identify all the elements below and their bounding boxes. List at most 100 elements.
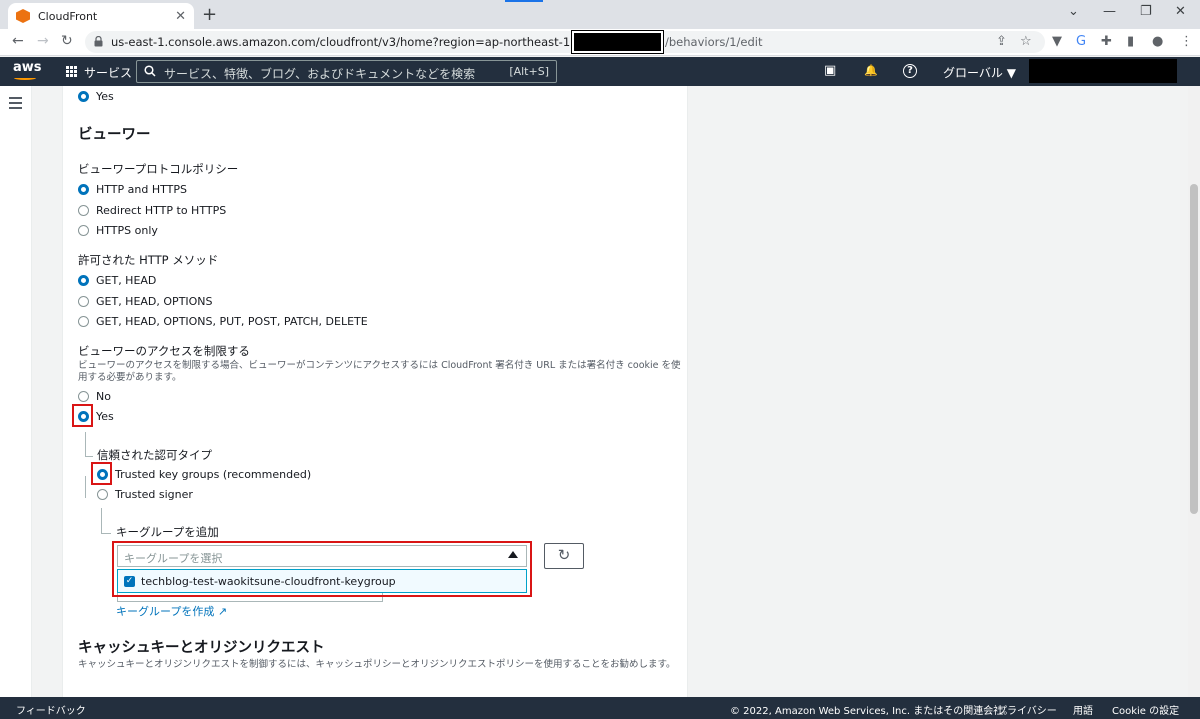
aws-logo[interactable]: aws [13, 60, 42, 75]
radio-label: GET, HEAD, OPTIONS [96, 295, 213, 308]
radio-get-head[interactable]: GET, HEAD [78, 274, 156, 287]
viewer-section-heading: ビューワー [78, 127, 151, 143]
aws-smile-icon [14, 76, 36, 80]
radio-redirect-http-to-https[interactable]: Redirect HTTP to HTTPS [78, 204, 226, 217]
restrict-access-desc-line2: 用する必要があります。 [78, 372, 182, 383]
radio-restrict-no[interactable]: No [78, 390, 111, 403]
feedback-link[interactable]: フィードバック [16, 702, 86, 717]
protocol-policy-label: ビューワープロトコルポリシー [78, 162, 239, 176]
new-tab-button[interactable]: + [202, 4, 217, 25]
url-field[interactable]: us-east-1.console.aws.amazon.com/cloudfr… [85, 30, 1045, 54]
radio-indicator [78, 391, 89, 402]
radio-all-methods[interactable]: GET, HEAD, OPTIONS, PUT, POST, PATCH, DE… [78, 315, 368, 328]
radio-indicator [78, 184, 89, 195]
radio-label: Yes [96, 410, 114, 423]
radio-http-and-https[interactable]: HTTP and HTTPS [78, 183, 187, 196]
cookie-settings-link[interactable]: Cookie の設定 [1112, 702, 1179, 717]
radio-label: HTTPS only [96, 224, 158, 237]
region-selector[interactable]: グローバル ▼ [943, 64, 1016, 81]
create-keygroup-link[interactable]: キーグループを作成 ↗ [116, 603, 227, 619]
extensions-puzzle-icon[interactable]: ✚ [1101, 34, 1112, 49]
radio-label: Trusted signer [115, 488, 193, 501]
radio-label: No [96, 390, 111, 403]
radio-label: GET, HEAD [96, 274, 157, 287]
tree-line [85, 432, 86, 456]
console-footer: フィードバック © 2022, Amazon Web Services, Inc… [0, 697, 1200, 719]
radio-trusted-signer[interactable]: Trusted signer [97, 488, 193, 501]
cloudshell-icon[interactable]: ▣ [824, 63, 836, 78]
search-shortcut: [Alt+S] [509, 65, 549, 78]
cache-key-heading: キャッシュキーとオリジンリクエスト [78, 640, 325, 656]
url-suffix: /behaviors/1/edit [665, 35, 763, 49]
address-bar-row: ← → ↻ us-east-1.console.aws.amazon.com/c… [0, 29, 1200, 56]
radio-indicator [78, 275, 89, 286]
reload-button[interactable]: ↻ [61, 33, 73, 49]
radio-label: HTTP and HTTPS [96, 183, 187, 196]
browser-tab-strip: CloudFront ✕ + ⌄ — ❐ ✕ [0, 0, 1200, 29]
redacted-distribution-id [571, 30, 664, 54]
cloudfront-favicon-icon [16, 9, 30, 23]
radio-prev-yes[interactable]: Yes [78, 90, 114, 103]
trusted-auth-type-label: 信頼された認可タイプ [97, 448, 212, 462]
back-button[interactable]: ← [12, 33, 24, 49]
share-icon[interactable]: ⇪ [996, 34, 1007, 49]
side-panel-icon[interactable]: ▮ [1127, 34, 1134, 49]
restrict-access-desc-line1: ビューワーのアクセスを制限する場合、ビューワーがコンテンツにアクセスするには C… [78, 360, 681, 371]
page-scrollbar[interactable] [1188, 86, 1200, 697]
bookmark-star-icon[interactable]: ☆ [1020, 34, 1032, 49]
lock-icon [94, 36, 103, 47]
radio-indicator [78, 296, 89, 307]
profile-avatar-icon[interactable]: ● [1152, 34, 1163, 49]
services-menu[interactable]: サービス [84, 64, 132, 81]
refresh-keygroups-button[interactable]: ↻ [544, 543, 584, 569]
http-methods-label: 許可された HTTP メソッド [78, 253, 219, 267]
radio-trusted-key-groups[interactable]: Trusted key groups (recommended) [97, 468, 311, 481]
extension-v-icon[interactable]: ▼ [1052, 34, 1062, 49]
radio-label: Trusted key groups (recommended) [115, 468, 312, 481]
radio-selected-indicator [78, 91, 89, 102]
highlight-trusted-key-groups [91, 462, 112, 485]
search-placeholder: サービス、特徴、ブログ、およびドキュメントなどを検索 [164, 67, 476, 81]
aws-search-input[interactable]: サービス、特徴、ブログ、およびドキュメントなどを検索 [Alt+S] [136, 60, 557, 83]
privacy-link[interactable]: プライバシー [997, 702, 1057, 717]
copyright-text: © 2022, Amazon Web Services, Inc. またはその関… [730, 706, 1014, 717]
radio-indicator [97, 489, 108, 500]
highlight-keygroup-dropdown [112, 541, 532, 597]
aws-top-navigation: aws サービス サービス、特徴、ブログ、およびドキュメントなどを検索 [Alt… [0, 57, 1200, 86]
radio-label: Yes [96, 90, 114, 103]
cache-key-desc: キャッシュキーとオリジンリクエストを制御するには、キャッシュポリシーとオリジンリ… [78, 659, 676, 670]
browser-tab[interactable]: CloudFront ✕ [8, 3, 194, 29]
add-keygroup-label: キーグループを追加 [116, 525, 219, 539]
tree-line [101, 533, 111, 534]
help-icon[interactable]: ? [903, 64, 917, 78]
restore-button[interactable]: ❐ [1140, 4, 1152, 19]
notifications-bell-icon[interactable]: 🔔 [864, 64, 878, 77]
tab-search-chevron-icon[interactable]: ⌄ [1068, 4, 1079, 19]
refresh-icon: ↻ [557, 546, 571, 564]
search-icon [144, 65, 156, 77]
tab-accent-bar [505, 0, 543, 2]
radio-label: GET, HEAD, OPTIONS, PUT, POST, PATCH, DE… [96, 315, 368, 328]
minimize-button[interactable]: — [1103, 4, 1116, 19]
side-navigation-collapsed [0, 86, 32, 697]
hamburger-menu-icon[interactable] [9, 97, 22, 109]
forward-button[interactable]: → [37, 33, 49, 49]
browser-menu-icon[interactable]: ⋮ [1180, 34, 1193, 49]
radio-get-head-options[interactable]: GET, HEAD, OPTIONS [78, 295, 213, 308]
window-close-button[interactable]: ✕ [1175, 4, 1186, 19]
scrollbar-thumb[interactable] [1190, 184, 1198, 514]
radio-indicator [78, 205, 89, 216]
radio-label: Redirect HTTP to HTTPS [96, 204, 227, 217]
tree-line [101, 508, 102, 533]
radio-indicator [78, 225, 89, 236]
terms-link[interactable]: 用語 [1073, 702, 1093, 717]
tree-line [85, 456, 93, 457]
services-grid-icon[interactable] [66, 66, 77, 77]
radio-https-only[interactable]: HTTPS only [78, 224, 158, 237]
translate-extension-icon[interactable]: G [1076, 34, 1086, 49]
tab-title: CloudFront [38, 9, 98, 23]
radio-indicator [78, 316, 89, 327]
restrict-access-label: ビューワーのアクセスを制限する [78, 344, 250, 358]
redacted-account-menu[interactable] [1029, 59, 1177, 83]
tab-close-icon[interactable]: ✕ [175, 9, 186, 24]
